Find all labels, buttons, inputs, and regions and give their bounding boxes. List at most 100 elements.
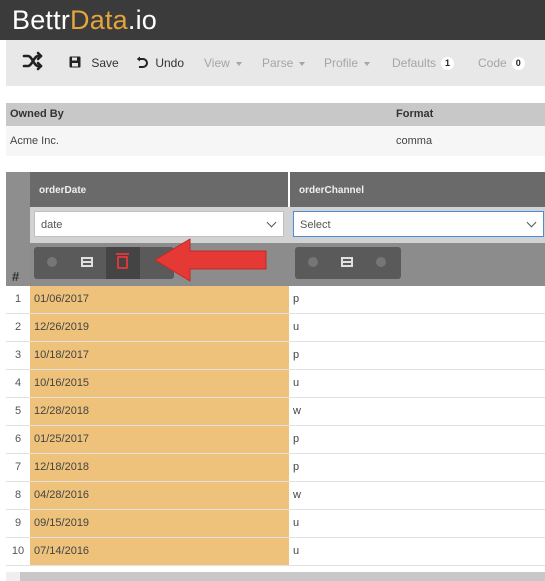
cell-orderchannel[interactable]: u [289,538,545,565]
parse-menu[interactable]: Parse [262,55,306,71]
circle-icon [47,257,57,267]
table-row[interactable]: 8 04/28/2016 w [6,482,545,510]
scroll-left-button[interactable] [6,572,20,581]
split-column-button[interactable] [71,247,105,279]
row-number: 10 [11,545,25,557]
defaults-button[interactable]: Defaults 1 [392,55,455,71]
chevron-down-icon [299,61,306,66]
undo-icon [136,56,148,68]
code-label: Code [478,56,507,70]
delete-column-button[interactable] [106,247,140,279]
data-grid: # orderDate orderChannel date Select 1 0… [6,172,545,581]
cell-orderdate[interactable]: 09/15/2019 [30,510,289,537]
chevron-down-icon [526,217,537,228]
type-select-cell: Select [289,207,545,243]
row-number-header: # [6,172,30,286]
cell-orderchannel[interactable]: u [289,314,545,341]
cell-orderchannel[interactable]: p [289,342,545,369]
profile-column-button[interactable] [297,247,331,279]
logo-accent: Data [70,5,128,35]
cell-orderchannel[interactable]: w [289,482,545,509]
metadata-row: Acme Inc. comma [6,126,545,156]
undo-label: Undo [155,56,185,70]
row-number: 7 [14,461,22,473]
row-number: 4 [14,377,22,389]
cell-orderchannel[interactable]: p [289,426,545,453]
row-number: 1 [14,293,22,305]
grid-rows: 1 01/06/2017 p 2 12/26/2019 u 3 10/18/2017 p 4… [6,286,545,566]
cell-orderdate[interactable]: 01/25/2017 [30,426,289,453]
split-column-icon [81,257,93,267]
table-row[interactable]: 2 12/26/2019 u [6,314,545,342]
row-number-label: # [12,269,20,284]
cell-orderdate[interactable]: 12/18/2018 [30,454,289,481]
column-header-orderchannel[interactable]: orderChannel [290,172,545,207]
cell-orderdate[interactable]: 10/16/2015 [30,370,289,397]
profile-label: Profile [324,56,359,70]
row-number: 9 [14,517,22,529]
undo-button[interactable]: Undo [135,55,184,71]
brand-bar: BettrData.io [0,0,545,40]
table-row[interactable]: 4 10/16/2015 u [6,370,545,398]
row-number: 3 [14,349,22,361]
select-value: Select [300,219,331,231]
app-logo[interactable]: BettrData.io [12,5,157,35]
cell-orderdate[interactable]: 01/06/2017 [30,286,289,313]
profile-column-button[interactable] [36,247,70,279]
cell-orderdate[interactable]: 07/14/2016 [30,538,289,565]
trash-icon [116,253,129,269]
chevron-down-icon [266,217,277,228]
table-row[interactable]: 6 01/25/2017 p [6,426,545,454]
format-header: Format [396,108,434,120]
table-row[interactable]: 5 12/28/2018 w [6,398,545,426]
cell-orderchannel[interactable]: p [289,286,545,313]
logo-suffix: .io [127,5,157,35]
circle-icon [308,257,318,267]
owned-by-header: Owned By [10,108,64,120]
chevron-down-icon [364,61,371,66]
column-tools-cell [289,243,545,286]
table-row[interactable]: 7 12/18/2018 p [6,454,545,482]
table-row[interactable]: 10 07/14/2016 u [6,538,545,566]
cell-orderchannel[interactable]: u [289,510,545,537]
chevron-down-icon [235,61,242,66]
column-type-select-orderdate[interactable]: date [34,211,284,237]
cell-orderdate[interactable]: 04/28/2016 [30,482,289,509]
split-column-button[interactable] [331,247,365,279]
split-column-icon [341,257,353,267]
shuffle-icon[interactable] [22,51,44,75]
row-number: 5 [14,405,22,417]
defaults-count-badge: 1 [441,57,455,71]
defaults-label: Defaults [392,56,437,70]
code-button[interactable]: Code 0 [478,55,525,71]
metadata-header: Owned By Format [6,103,545,126]
cell-orderdate[interactable]: 10/18/2017 [30,342,289,369]
column-header-orderdate[interactable]: orderDate [30,172,288,207]
circle-icon [376,257,386,267]
cell-orderchannel[interactable]: w [289,398,545,425]
save-button[interactable]: Save [69,55,119,71]
table-row[interactable]: 3 10/18/2017 p [6,342,545,370]
cell-orderchannel[interactable]: p [289,454,545,481]
view-menu[interactable]: View [204,55,242,71]
horizontal-scrollbar[interactable] [6,572,545,581]
column-tools-orderchannel [295,247,401,279]
view-label: View [204,56,230,70]
cell-orderdate[interactable]: 12/26/2019 [30,314,289,341]
toolbar: Save Undo View Parse Profile Defaults 1 C… [6,40,545,86]
select-value: date [41,219,63,231]
delete-column-button[interactable] [365,247,399,279]
cell-orderdate[interactable]: 12/28/2018 [30,398,289,425]
save-label: Save [91,56,119,70]
row-number: 6 [14,433,22,445]
parse-label: Parse [262,56,294,70]
profile-menu[interactable]: Profile [324,55,371,71]
cell-orderchannel[interactable]: u [289,370,545,397]
table-row[interactable]: 1 01/06/2017 p [6,286,545,314]
format-value: comma [396,135,433,147]
column-type-select-orderchannel[interactable]: Select [293,211,544,237]
row-number: 2 [14,321,22,333]
logo-prefix: Bettr [12,5,71,35]
row-number: 8 [14,489,22,501]
table-row[interactable]: 9 09/15/2019 u [6,510,545,538]
